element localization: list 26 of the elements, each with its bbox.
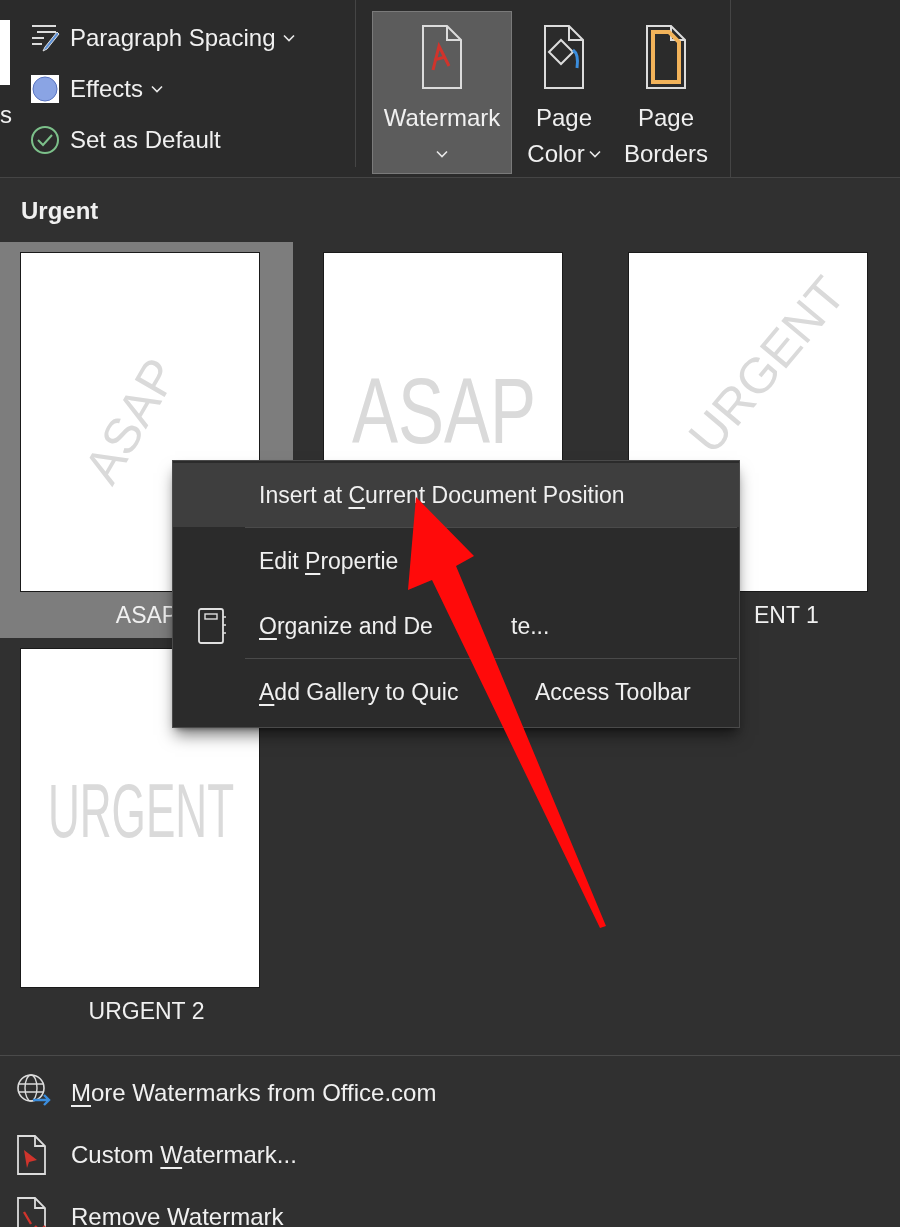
chevron-down-icon — [150, 84, 163, 93]
menu-item[interactable]: Custom Watermark... — [0, 1124, 900, 1186]
circle-icon — [30, 73, 60, 104]
watermark-document-icon — [421, 24, 463, 90]
gallery-heading: Urgent — [20, 196, 100, 226]
menu-item[interactable]: More Watermarks from Office.com — [0, 1062, 900, 1124]
menu-item[interactable]: Insert at Current Document Position — [173, 463, 739, 527]
paint-bucket-document-icon — [543, 24, 585, 90]
ribbon-button[interactable]: Page Color — [514, 11, 614, 174]
chevron-down-icon — [283, 33, 296, 42]
ribbon-command[interactable]: Set as Default — [30, 114, 355, 165]
chevron-down-icon — [588, 150, 601, 158]
chevron-down-icon — [436, 150, 448, 158]
check-circle-icon — [30, 124, 60, 155]
notebook-icon — [197, 607, 227, 645]
theme-preview[interactable] — [0, 20, 10, 85]
ribbon-label: s — [0, 101, 13, 129]
bordered-document-icon — [645, 24, 687, 90]
menu-item[interactable]: Remove Watermark — [0, 1186, 900, 1227]
ribbon-button[interactable]: Watermark — [372, 11, 512, 174]
tile-label: ENT 1 — [754, 600, 819, 630]
ribbon-command[interactable]: Effects — [30, 63, 355, 114]
ribbon-button[interactable]: Page Borders — [616, 11, 716, 174]
ribbon-command[interactable]: Paragraph Spacing — [30, 12, 355, 63]
paragraph-spacing-icon — [30, 22, 60, 53]
tile-label: URGENT 2 — [88, 996, 205, 1026]
